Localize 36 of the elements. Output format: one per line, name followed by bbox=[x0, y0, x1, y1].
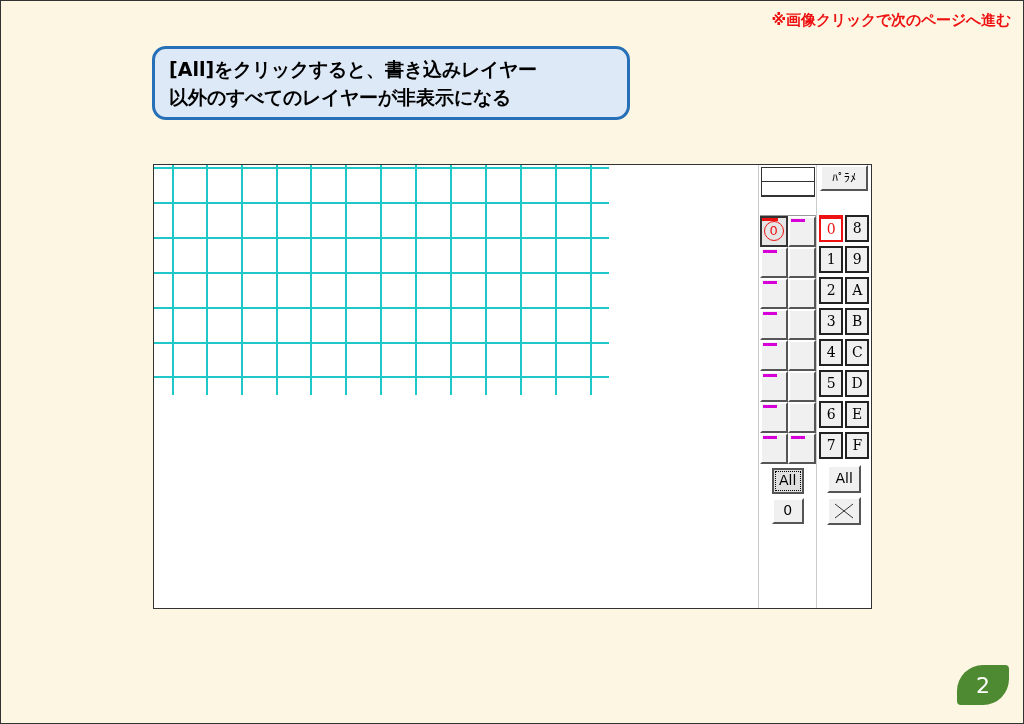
callout-text: 以外のすべてのレイヤーが非表示になる bbox=[169, 84, 512, 110]
layer-group-button[interactable]: F bbox=[845, 431, 870, 459]
layer-button[interactable] bbox=[759, 277, 788, 309]
layer-group-button[interactable]: 4 bbox=[819, 338, 844, 366]
layer-group-button[interactable]: 7 bbox=[819, 431, 844, 459]
group-all-button[interactable]: All bbox=[827, 464, 862, 493]
layer-group-button[interactable]: E bbox=[845, 400, 870, 428]
layer-button[interactable] bbox=[759, 432, 788, 464]
clear-button[interactable] bbox=[827, 496, 862, 525]
layer-group-button[interactable]: 6 bbox=[819, 400, 844, 428]
layer-button[interactable] bbox=[759, 370, 788, 402]
layer-toggle-button[interactable]: All bbox=[771, 467, 804, 494]
callout-text: [All]をクリックすると、書き込みレイヤー bbox=[169, 56, 539, 82]
layer-group-button[interactable]: D bbox=[845, 369, 870, 397]
layer-button[interactable] bbox=[759, 246, 788, 278]
layer-button[interactable] bbox=[759, 308, 788, 340]
layer-button[interactable]: 0 bbox=[759, 215, 788, 247]
layer-group-button[interactable]: C bbox=[845, 338, 870, 366]
layer-toggle-button[interactable]: 0 bbox=[771, 497, 804, 524]
layer-button[interactable] bbox=[759, 339, 788, 371]
layer-group-button[interactable]: 3 bbox=[819, 307, 844, 335]
close-icon bbox=[834, 502, 855, 519]
navigation-note: ※画像クリックで次のページへ進む bbox=[771, 10, 1011, 31]
layer-group-button[interactable]: 8 bbox=[845, 214, 870, 242]
parameter-button[interactable]: ﾊﾟﾗﾒ bbox=[820, 164, 869, 191]
page-number: 2 bbox=[976, 671, 990, 700]
layer-button[interactable] bbox=[759, 401, 788, 433]
layer-group-button[interactable]: 0 bbox=[819, 214, 844, 242]
layer-group-button[interactable]: A bbox=[845, 276, 870, 304]
layer-group-button[interactable]: 9 bbox=[845, 245, 870, 273]
blank-field bbox=[760, 166, 815, 197]
layer-group-button[interactable]: 5 bbox=[819, 369, 844, 397]
layer-button[interactable] bbox=[787, 215, 816, 247]
layer-group-button[interactable]: 2 bbox=[819, 276, 844, 304]
layer-group-button[interactable]: 1 bbox=[819, 245, 844, 273]
layer-group-button[interactable]: B bbox=[845, 307, 870, 335]
